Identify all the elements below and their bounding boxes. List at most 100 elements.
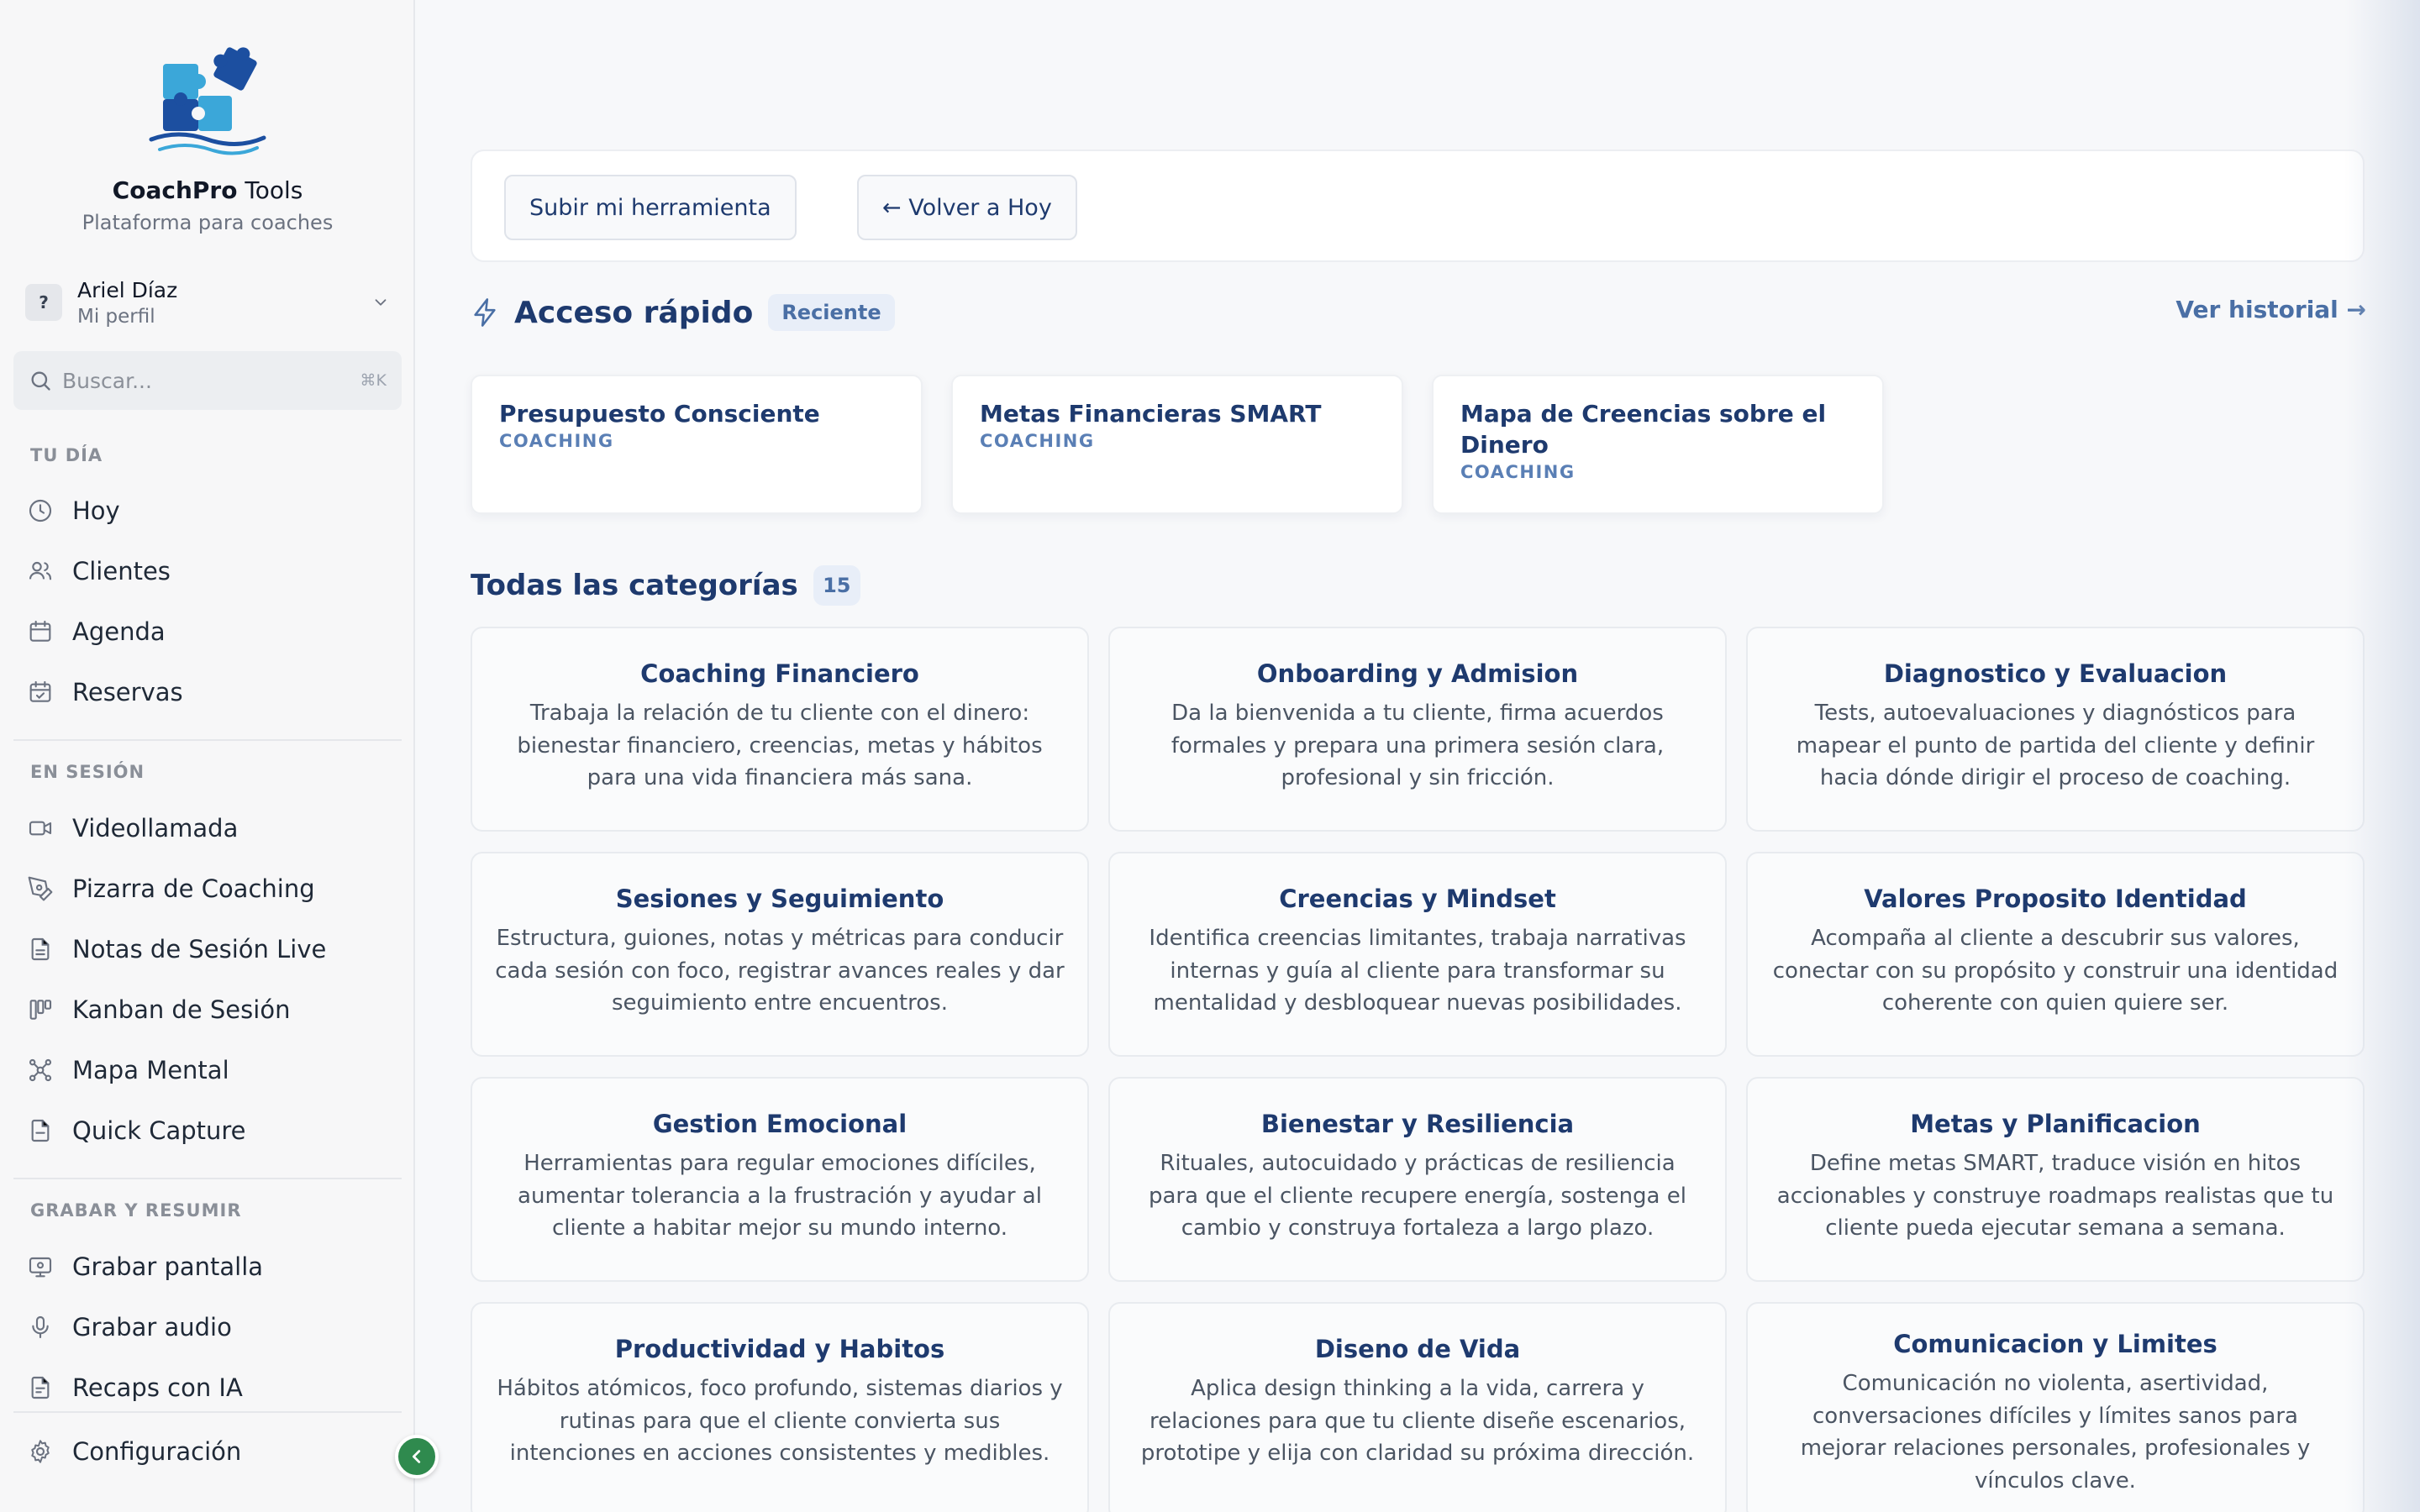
sidebar-item-label: Configuración: [72, 1437, 242, 1466]
lightning-icon: [474, 298, 496, 327]
profile-role: Mi perfil: [77, 305, 155, 328]
category-card-title: Onboarding y Admision: [1256, 659, 1579, 688]
category-card[interactable]: Diagnostico y Evaluacion Tests, autoeval…: [1746, 627, 2365, 832]
quick-access-card[interactable]: Metas Financieras SMART COACHING: [951, 375, 1403, 514]
view-history-link[interactable]: Ver historial →: [2175, 296, 2366, 323]
section-label-en-sesion: EN SESIÓN: [30, 762, 145, 782]
clock-icon: [29, 499, 52, 522]
category-card[interactable]: Sesiones y Seguimiento Estructura, guion…: [471, 852, 1089, 1057]
sidebar-item-label: Notas de Sesión Live: [72, 935, 327, 963]
quick-access-card-tag: COACHING: [980, 431, 1095, 451]
category-card[interactable]: Comunicacion y Limites Comunicación no v…: [1746, 1302, 2365, 1512]
mind-map-icon: [29, 1058, 52, 1082]
gear-icon: [31, 1440, 50, 1463]
category-card-desc: Tests, autoevaluaciones y diagnósticos p…: [1796, 701, 2315, 790]
sidebar-item-agenda[interactable]: Agenda: [27, 608, 397, 655]
categories-count-badge: 15: [813, 565, 860, 606]
category-card[interactable]: Metas y Planificacion Define metas SMART…: [1746, 1077, 2365, 1282]
sidebar-item-label: Recaps con IA: [72, 1373, 243, 1402]
sidebar-item-label: Clientes: [72, 557, 171, 585]
main-content: Subir mi herramienta ← Volver a Hoy Acce…: [417, 0, 2420, 1512]
category-card-desc: Define metas SMART, traduce visión en hi…: [1776, 1151, 2334, 1241]
category-card[interactable]: Onboarding y Admision Da la bienvenida a…: [1108, 627, 1727, 832]
profile-menu[interactable]: ? Ariel Díaz Mi perfil: [25, 276, 390, 329]
puzzle-logo-icon: [149, 47, 266, 155]
sidebar-item-label: Grabar audio: [72, 1313, 232, 1341]
quick-access-card-title: Presupuesto Consciente: [499, 400, 820, 428]
sidebar-item-reservas[interactable]: Reservas: [27, 669, 397, 716]
sidebar-item-grabar-pantalla[interactable]: Grabar pantalla: [27, 1243, 397, 1290]
sidebar-item-recaps[interactable]: Recaps con IA: [27, 1364, 397, 1411]
upload-tool-button[interactable]: Subir mi herramienta: [504, 175, 797, 240]
category-card-title: Valores Proposito Identidad: [1864, 885, 2247, 913]
file-text-icon: [31, 937, 50, 961]
video-icon: [29, 821, 52, 836]
sidebar-item-notas[interactable]: Notas de Sesión Live: [27, 926, 397, 973]
sidebar-item-label: Hoy: [72, 496, 120, 525]
users-icon: [29, 561, 52, 580]
sidebar-item-clientes[interactable]: Clientes: [27, 548, 397, 595]
sidebar-item-label: Reservas: [72, 678, 183, 706]
sidebar-item-hoy[interactable]: Hoy: [27, 487, 397, 534]
search-shortcut: ⌘K: [360, 371, 387, 390]
sidebar-item-configuracion[interactable]: Configuración: [27, 1428, 397, 1475]
sidebar-item-quick-capture[interactable]: Quick Capture: [27, 1107, 397, 1154]
sidebar-item-pizarra[interactable]: Pizarra de Coaching: [27, 865, 397, 912]
category-card[interactable]: Valores Proposito Identidad Acompaña al …: [1746, 852, 2365, 1057]
back-to-today-button[interactable]: ← Volver a Hoy: [857, 175, 1077, 240]
category-card-title: Creencias y Mindset: [1279, 885, 1556, 913]
quick-access-card[interactable]: Presupuesto Consciente COACHING: [471, 375, 923, 514]
category-card-desc: Acompaña al cliente a descubrir sus valo…: [1772, 926, 2338, 1016]
categories-title: Todas las categorías: [471, 569, 798, 602]
brand-subtitle: Plataforma para coaches: [82, 211, 334, 234]
category-card-desc: Hábitos atómicos, foco profundo, sistema…: [497, 1376, 1063, 1466]
search-icon: [31, 371, 50, 391]
quick-access-header: Acceso rápido Reciente: [471, 289, 895, 336]
brand-name: CoachPro Tools: [112, 176, 303, 204]
category-card-title: Productividad y Habitos: [614, 1335, 945, 1363]
kanban-icon: [29, 1000, 52, 1020]
category-card[interactable]: Coaching Financiero Trabaja la relación …: [471, 627, 1089, 832]
sidebar-item-label: Kanban de Sesión: [72, 995, 291, 1024]
category-card-desc: Identifica creencias limitantes, trabaja…: [1149, 926, 1686, 1016]
category-card[interactable]: Creencias y Mindset Identifica creencias…: [1108, 852, 1727, 1057]
category-card-title: Sesiones y Seguimiento: [615, 885, 944, 913]
screen-record-icon: [29, 1257, 52, 1278]
quick-access-card-tag: COACHING: [1460, 462, 1576, 482]
sidebar-item-label: Mapa Mental: [72, 1056, 229, 1084]
search-box[interactable]: ⌘K: [13, 351, 402, 410]
quick-access-card[interactable]: Mapa de Creencias sobre el Dinero COACHI…: [1432, 375, 1884, 514]
category-card-desc: Estructura, guiones, notas y métricas pa…: [495, 926, 1065, 1016]
sidebar-divider: [13, 739, 402, 741]
category-card-desc: Rituales, autocuidado y prácticas de res…: [1149, 1151, 1686, 1241]
category-card-title: Diagnostico y Evaluacion: [1883, 659, 2228, 688]
search-input[interactable]: [62, 368, 360, 393]
sidebar-item-label: Pizarra de Coaching: [72, 874, 315, 903]
category-card-title: Comunicacion y Limites: [1893, 1330, 2217, 1358]
sidebar-item-kanban[interactable]: Kanban de Sesión: [27, 986, 397, 1033]
chevron-down-icon[interactable]: [371, 293, 390, 312]
pen-tool-icon: [28, 876, 53, 901]
sidebar-item-label: Videollamada: [72, 814, 239, 843]
quick-access-title: Acceso rápido: [514, 295, 754, 330]
category-card-desc: Aplica design thinking a la vida, carrer…: [1140, 1376, 1695, 1466]
sidebar-item-videollamada[interactable]: Videollamada: [27, 805, 397, 852]
quick-access-card-title: Mapa de Creencias sobre el Dinero: [1460, 400, 1827, 459]
category-card-title: Metas y Planificacion: [1910, 1110, 2201, 1138]
file-ai-icon: [31, 1376, 50, 1399]
quick-access-card-title: Metas Financieras SMART: [980, 400, 1322, 428]
category-card-title: Gestion Emocional: [652, 1110, 908, 1138]
sidebar-item-grabar-audio[interactable]: Grabar audio: [27, 1304, 397, 1351]
category-card[interactable]: Diseno de Vida Aplica design thinking a …: [1108, 1302, 1727, 1512]
recent-badge: Reciente: [768, 294, 895, 331]
category-card[interactable]: Bienestar y Resiliencia Rituales, autocu…: [1108, 1077, 1727, 1282]
category-card-desc: Herramientas para regular emociones difí…: [518, 1151, 1042, 1241]
categories-header: Todas las categorías 15: [471, 561, 860, 610]
category-card-title: Bienestar y Resiliencia: [1260, 1110, 1575, 1138]
sidebar-item-mapa-mental[interactable]: Mapa Mental: [27, 1047, 397, 1094]
category-card[interactable]: Productividad y Habitos Hábitos atómicos…: [471, 1302, 1089, 1512]
sidebar-item-label: Quick Capture: [72, 1116, 246, 1145]
category-card-desc: Comunicación no violenta, asertividad, c…: [1800, 1371, 2311, 1494]
category-card[interactable]: Gestion Emocional Herramientas para regu…: [471, 1077, 1089, 1282]
calendar-check-icon: [29, 680, 51, 702]
